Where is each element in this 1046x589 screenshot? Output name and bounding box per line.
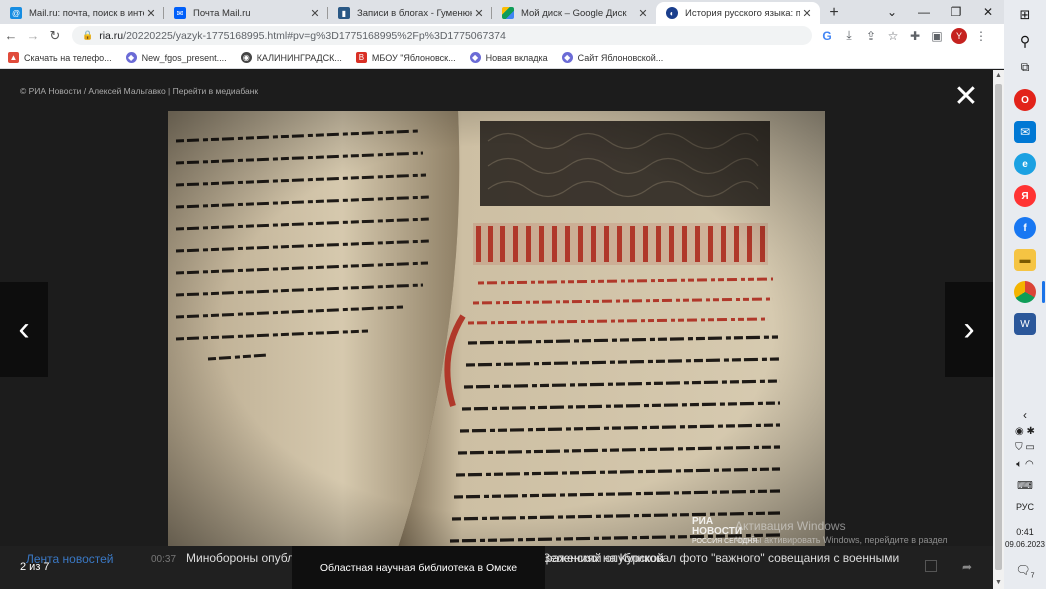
scroll-thumb[interactable] [995,84,1002,570]
bookmark-item[interactable]: ◆ New_fgos_present.... [125,52,227,63]
bookmark-icon: ▲ [8,52,19,63]
share-arrow-icon[interactable]: ➦ [962,560,972,574]
tab-mail[interactable]: ✉ Почта Mail.ru ✕ [164,2,328,24]
bookmark-icon: ◆ [125,52,137,63]
fullscreen-icon[interactable] [925,560,937,572]
page-scrollbar[interactable]: ▲ ▼ [993,70,1004,589]
download-icon[interactable]: ⤓ [838,28,860,43]
clock-date[interactable]: 09.06.2023 [1004,540,1046,549]
restore-icon[interactable]: ❐ [940,0,972,24]
close-tab-icon[interactable]: ✕ [472,7,486,20]
blog-icon: ▮ [338,7,350,19]
ria-icon: ◐ [666,7,678,19]
lock-icon[interactable]: 🔒 [82,30,93,41]
edge-icon[interactable]: e [1014,153,1036,175]
bookmark-item[interactable]: ◉ КАЛИНИНГРАДСК... [240,52,342,63]
bookmarks-bar: ▲ Скачать на телефо... ◆ New_fgos_present.… [0,47,1004,69]
mail-envelope-icon: ✉ [174,7,186,19]
url-path: /20220225/yazyk-1775168995.html#pv=g%3D1… [123,29,506,42]
windows-start-icon[interactable]: ⊞ [1014,4,1036,26]
close-tab-icon[interactable]: ✕ [800,7,814,20]
next-photo-button[interactable]: › [945,282,993,377]
bookmark-item[interactable]: ◆ Сайт Яблоновской... [561,52,663,63]
bookmark-item[interactable]: ▲ Скачать на телефо... [8,52,112,63]
tray-icons[interactable]: ◉ ✱ [1004,426,1046,437]
close-tab-icon[interactable]: ✕ [308,7,322,20]
url-host: ria.ru [99,29,124,42]
clock-time[interactable]: 0:41 [1004,527,1046,537]
chevron-left-icon: ‹ [18,310,30,348]
task-view-icon[interactable]: ⧉ [1014,56,1036,78]
profile-avatar[interactable]: Y [951,27,967,44]
address-bar: ← → ↻ 🔒 ria.ru /20220225/yazyk-177516899… [0,24,1004,47]
gallery-viewer: © РИА Новости / Алексей Мальгавко | Пере… [0,70,993,589]
opera-icon[interactable]: O [1014,89,1036,111]
gallery-photo [168,111,825,548]
news-time: 00:37 [151,554,177,565]
news-item[interactable]: Зеленский опубликовал фото "важного" сов… [543,551,899,565]
minimize-icon[interactable]: — [908,0,940,24]
search-icon[interactable]: ⚲ [1014,30,1036,52]
bookmark-icon: ◆ [469,52,481,63]
scroll-down-icon[interactable]: ▼ [993,577,1004,589]
keyboard-icon[interactable]: ⌨ [1004,479,1046,492]
prev-photo-button[interactable]: ‹ [0,282,48,377]
volume-wifi-icon[interactable]: 🔈︎ ◠ [1004,459,1046,470]
mailru-icon: @ [10,7,22,19]
window-controls: ⌄ — ❐ ✕ [876,0,1004,24]
file-explorer-icon[interactable]: ▬ [1014,249,1036,271]
facebook-icon[interactable]: f [1014,217,1036,239]
reload-icon[interactable]: ↻ [44,28,66,44]
bookmark-star-icon[interactable]: ☆ [882,29,904,43]
chrome-icon[interactable] [1014,281,1036,303]
new-tab-button[interactable]: + [820,2,848,24]
language-indicator[interactable]: РУС [1004,502,1046,512]
tab-blogs[interactable]: ▮ Записи в блогах - Гуменюк Мар ✕ [328,2,492,24]
tab-search-icon[interactable]: ⌄ [876,0,908,24]
google-drive-icon [502,7,514,19]
photo-counter: 2 из 7 [20,561,50,573]
close-gallery-button[interactable]: ✕ [953,82,979,112]
active-app-indicator [1042,281,1045,303]
tab-google-drive[interactable]: Мой диск – Google Диск ✕ [492,2,656,24]
tab-title: Записи в блогах - Гуменюк Мар [357,7,472,19]
tray-expand-icon[interactable]: ‹ [1004,408,1046,422]
photo-credit[interactable]: © РИА Новости / Алексей Мальгавко | Пере… [20,86,258,96]
close-window-icon[interactable]: ✕ [972,0,1004,24]
extensions-icon[interactable]: ✚ [904,29,926,43]
tab-title: Мой диск – Google Диск [521,7,627,19]
forward-icon[interactable]: → [22,28,44,43]
sidepanel-icon[interactable]: ▣ [926,29,948,43]
google-icon[interactable]: G [816,29,838,43]
globe-icon: ◉ [240,52,252,63]
tray-icons[interactable]: ⛉ ▭ [1004,442,1046,453]
tab-ria-active[interactable]: ◐ История русского языка: прои ✕ [656,2,820,24]
notification-icon[interactable]: 🗨︎7 [1004,563,1046,579]
bookmark-item[interactable]: ◆ Новая вкладка [469,52,548,63]
back-icon[interactable]: ← [0,28,22,43]
tab-title: Mail.ru: почта, поиск в интерне [29,7,144,19]
bookmark-icon: B [355,52,367,63]
bookmark-item[interactable]: B МБОУ "Яблоновск... [355,52,456,63]
menu-kebab-icon[interactable]: ⋮ [970,29,992,43]
tab-title: Почта Mail.ru [193,7,251,19]
yandex-icon[interactable]: Я [1014,185,1036,207]
word-icon[interactable]: W [1014,313,1036,335]
chevron-right-icon: › [963,310,975,348]
close-tab-icon[interactable]: ✕ [636,7,650,20]
share-icon[interactable]: ⇪ [860,29,882,43]
tab-strip: @ Mail.ru: почта, поиск в интерне ✕ ✉ По… [0,0,1004,24]
tab-title: История русского языка: прои [685,7,800,19]
windows-taskbar: ⊞ ⚲ ⧉ O ✉ e Я f ▬ W ‹ ◉ ✱ ⛉ ▭ 🔈︎ ◠ ⌨ РУС… [1004,0,1046,589]
close-tab-icon[interactable]: ✕ [144,7,158,20]
tab-mailru[interactable]: @ Mail.ru: почта, поиск в интерне ✕ [0,2,164,24]
bookmark-icon: ◆ [561,52,573,63]
old-book-illustration [168,111,825,548]
toolbar-actions: G ⤓ ⇪ ☆ ✚ ▣ Y ⋮ [816,27,992,44]
mail-app-icon[interactable]: ✉ [1014,121,1036,143]
notification-count: 7 [1030,572,1035,580]
photo-caption: Областная научная библиотека в Омске [292,546,545,589]
url-input[interactable]: 🔒 ria.ru /20220225/yazyk-1775168995.html… [72,26,812,45]
scroll-up-icon[interactable]: ▲ [993,70,1004,82]
